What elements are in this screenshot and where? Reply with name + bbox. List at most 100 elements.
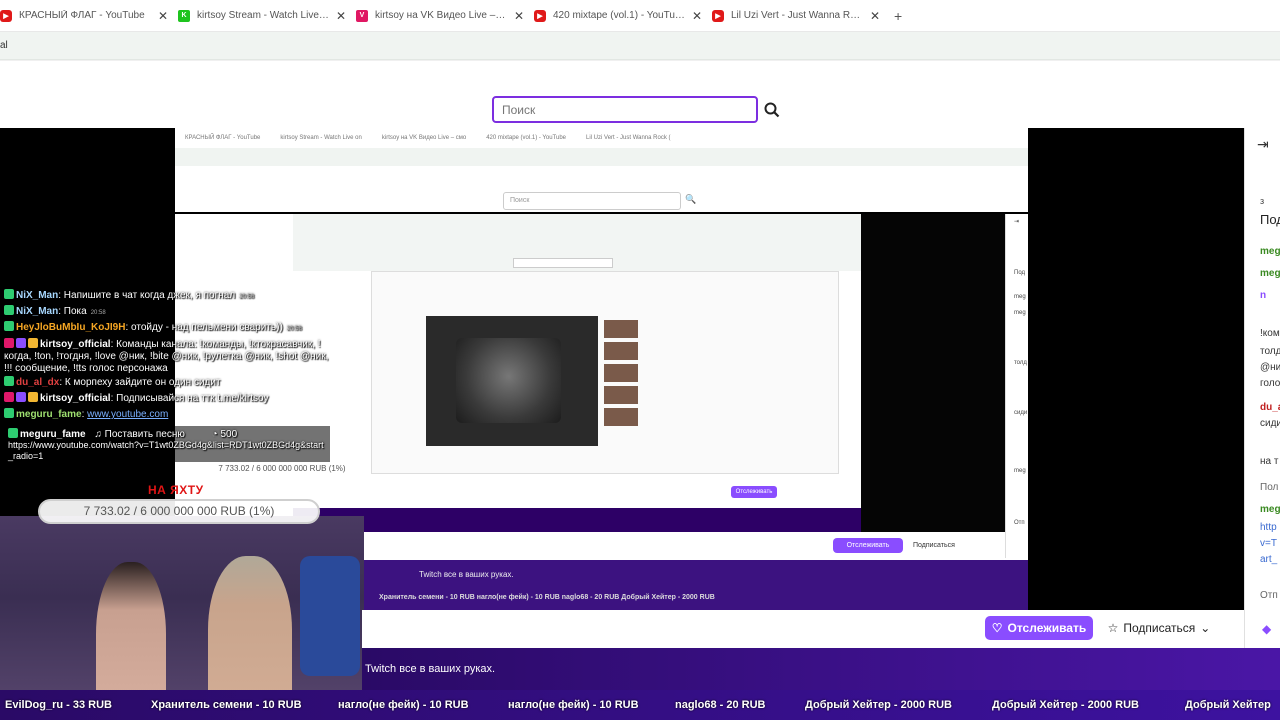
twitch-k-icon: K bbox=[178, 9, 190, 22]
music-icon: ♫ bbox=[94, 429, 102, 440]
video-thumbnail bbox=[604, 342, 638, 360]
youtube-icon: ▶ bbox=[534, 9, 546, 22]
chat-fragment: http bbox=[1260, 522, 1277, 533]
search-icon bbox=[764, 102, 780, 117]
video-frame bbox=[456, 338, 561, 423]
points-icon: ◔ bbox=[211, 429, 218, 440]
nested-search-input bbox=[513, 258, 613, 268]
browser-tab[interactable]: ▶ КРАСНЫЙ ФЛАГ - YouTube ✕ bbox=[0, 0, 178, 32]
nested-search-input: Поиск bbox=[503, 192, 681, 210]
ticker-item: naglo68 - 20 RUB bbox=[675, 699, 766, 711]
nested-tab: КРАСНЫЙ ФЛАГ - YouTube bbox=[185, 135, 261, 141]
chat-message: NiX_Man: Напишите в чат когда джек, я по… bbox=[4, 289, 254, 303]
badge-icon bbox=[16, 338, 26, 348]
badge-icon bbox=[4, 289, 14, 299]
close-tab-icon[interactable]: ✕ bbox=[336, 9, 346, 23]
badge-icon bbox=[4, 305, 14, 315]
youtube-icon: ▶ bbox=[0, 9, 12, 22]
collapse-chat-icon[interactable]: ⇥ bbox=[1257, 136, 1269, 153]
chat-fragment: v=T bbox=[1260, 538, 1277, 549]
tab-title: kirtsoy на VK Видео Live – смо bbox=[375, 10, 508, 21]
nested-chat-panel: ⇥ Под meg meg толд сиди meg Отп bbox=[1005, 214, 1028, 558]
tab-title: КРАСНЫЙ ФЛАГ - YouTube bbox=[19, 10, 145, 21]
chat-fragment: meg bbox=[1260, 268, 1280, 279]
browser-tab[interactable]: K kirtsoy Stream - Watch Live on ✕ bbox=[178, 0, 356, 32]
close-tab-icon[interactable]: ✕ bbox=[870, 9, 880, 23]
donation-goal-bar: 7 733.02 / 6 000 000 000 RUB (1%) bbox=[38, 499, 320, 524]
collapse-icon: ⇥ bbox=[1014, 219, 1020, 225]
browser-tab[interactable]: ▶ 420 mixtape (vol.1) - YouTube ✕ bbox=[534, 0, 712, 32]
chat-fragment: meg bbox=[1014, 310, 1026, 316]
nested-search-icon: 🔍 bbox=[685, 194, 697, 204]
chat-message: HeyJloBuMbIu_KoJI9H: отойду - над пельме… bbox=[4, 321, 302, 335]
badge-icon bbox=[8, 428, 18, 438]
badge-icon bbox=[4, 321, 14, 331]
close-tab-icon[interactable]: ✕ bbox=[514, 9, 524, 23]
chevron-down-icon: ⌄ bbox=[1200, 621, 1211, 635]
address-bar-fragment: al bbox=[0, 40, 8, 51]
ticker-item: нагло(не фейк) - 10 RUB bbox=[508, 699, 639, 711]
video-thumbnail bbox=[604, 320, 638, 338]
address-bar[interactable]: al bbox=[0, 32, 1280, 60]
tts-request-card: meguru_fame ♫ Поставить песню ◔ 500 http… bbox=[4, 426, 330, 462]
browser-tab-strip: ▶ КРАСНЫЙ ФЛАГ - YouTube ✕ K kirtsoy Str… bbox=[0, 0, 1280, 32]
follow-button[interactable]: ♡ Отслеживать bbox=[985, 616, 1093, 640]
recommended-list bbox=[604, 320, 694, 440]
chat-input-fragment[interactable]: Отп bbox=[1260, 590, 1278, 601]
badge-icon bbox=[4, 338, 14, 348]
chat-fragment: art_ bbox=[1260, 554, 1278, 565]
nested-youtube-page bbox=[371, 271, 839, 474]
subscribe-button[interactable]: ☆ Подписаться ⌄ bbox=[1100, 616, 1218, 640]
promo-banner-text: Twitch все в ваших руках. bbox=[365, 663, 496, 675]
ticker-item: EvilDog_ru - 33 RUB bbox=[5, 699, 112, 711]
search-input[interactable] bbox=[492, 96, 758, 123]
ticker-item: нагло(не фейк) - 10 RUB bbox=[338, 699, 469, 711]
water-bottle bbox=[300, 556, 360, 676]
chat-fragment: meg bbox=[1260, 246, 1280, 257]
chat-message: du_al_dx: К морпеху зайдите он один сиди… bbox=[4, 376, 221, 389]
chat-fragment: з bbox=[1260, 196, 1265, 206]
nested-banner bbox=[293, 508, 861, 532]
chat-fragment: Пол bbox=[1260, 482, 1279, 493]
chat-fragment: Под bbox=[1014, 270, 1026, 276]
vk-video-icon: V bbox=[356, 9, 368, 22]
chat-fragment: голо bbox=[1260, 378, 1280, 389]
nested-tab: kirtsoy на VK Видео Live – смо bbox=[381, 135, 467, 141]
browser-tab[interactable]: V kirtsoy на VK Видео Live – смо ✕ bbox=[356, 0, 534, 32]
nested-screen-capture-2: Отслеживать bbox=[293, 214, 861, 532]
nested-browser-header bbox=[293, 214, 861, 271]
browser-tab[interactable]: ▶ Lil Uzi Vert - Just Wanna Rock ( ✕ bbox=[712, 0, 890, 32]
new-tab-plus-icon[interactable]: + bbox=[894, 8, 914, 24]
badge-icon bbox=[16, 392, 26, 402]
chat-fragment: на т bbox=[1260, 456, 1279, 467]
chat-fragment: du_a bbox=[1260, 402, 1280, 413]
close-tab-icon[interactable]: ✕ bbox=[692, 9, 702, 23]
video-thumbnail bbox=[604, 408, 638, 426]
star-icon: ☆ bbox=[1107, 621, 1119, 635]
crown-icon bbox=[28, 392, 38, 402]
chat-fragment: @ни bbox=[1260, 362, 1280, 373]
goal-title: НА ЯХТУ bbox=[148, 483, 204, 497]
chat-message: kirtsoy_official: Подписывайся на ттк t.… bbox=[4, 392, 269, 405]
chat-fragment: сиди bbox=[1260, 418, 1280, 429]
nested-follow-button: Отслеживать bbox=[833, 538, 903, 553]
close-tab-icon[interactable]: ✕ bbox=[158, 9, 168, 23]
search-button[interactable] bbox=[760, 96, 784, 123]
nested-subscribe-button: Подписаться bbox=[913, 542, 955, 549]
nested-tab: kirtsoy Stream - Watch Live on bbox=[280, 135, 362, 141]
chat-fragment: meg bbox=[1014, 294, 1026, 300]
crown-icon bbox=[28, 338, 38, 348]
badge-icon bbox=[4, 392, 14, 402]
chat-fragment: meg bbox=[1014, 468, 1026, 474]
screen: ▶ КРАСНЫЙ ФЛАГ - YouTube ✕ K kirtsoy Str… bbox=[0, 0, 1280, 720]
more-icon[interactable]: ◆ bbox=[1262, 622, 1271, 636]
chat-fragment: Отп bbox=[1014, 520, 1025, 526]
chat-fragment: толд bbox=[1014, 360, 1027, 366]
chat-fragment: толд bbox=[1260, 346, 1280, 357]
tts-goal-bar: 7 733.02 / 6 000 000 000 RUB (1%) bbox=[202, 462, 362, 476]
tab-title: 420 mixtape (vol.1) - YouTube bbox=[553, 10, 686, 21]
video-thumbnail bbox=[604, 364, 638, 382]
nested-black-area bbox=[861, 214, 1005, 532]
heart-icon: ♡ bbox=[991, 621, 1003, 635]
chat-message: NiX_Man: Пока 20:58 bbox=[4, 305, 106, 319]
